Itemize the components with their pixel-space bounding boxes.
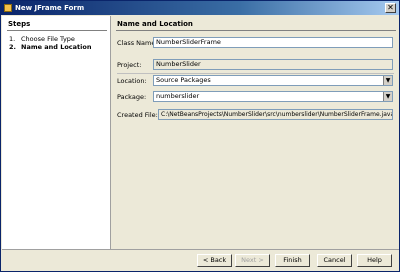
separator xyxy=(117,73,394,74)
back-button[interactable]: < Back xyxy=(197,254,232,267)
created-file-label: Created File: xyxy=(117,111,158,119)
dialog-window: New JFrame Form ✕ Steps 1. Choose File Ty… xyxy=(0,0,400,272)
step-number: 2. xyxy=(9,43,16,51)
next-button[interactable]: Next > xyxy=(235,254,270,267)
step-number: 1. xyxy=(9,35,16,43)
help-button[interactable]: Help xyxy=(357,254,392,267)
close-button[interactable]: ✕ xyxy=(385,3,396,13)
package-label: Package: xyxy=(117,93,147,101)
divider xyxy=(116,30,396,31)
class-name-input[interactable]: NumberSliderFrame xyxy=(153,37,393,48)
class-name-label: Class Name: xyxy=(117,39,158,47)
window-title: New JFrame Form xyxy=(15,4,85,12)
location-dropdown[interactable]: Source Packages ▼ xyxy=(153,75,393,86)
steps-title: Steps xyxy=(8,20,31,28)
package-value: numberslider xyxy=(156,92,200,100)
step-label: Choose File Type xyxy=(21,35,75,43)
step-label: Name and Location xyxy=(21,43,92,51)
name-location-panel: Name and Location Class Name: NumberSlid… xyxy=(112,16,399,249)
chevron-down-icon[interactable]: ▼ xyxy=(383,76,392,85)
step-choose-file-type: 1. Choose File Type xyxy=(9,35,75,43)
project-label: Project: xyxy=(117,61,142,69)
title-bar[interactable]: New JFrame Form ✕ xyxy=(1,1,399,15)
project-field: NumberSlider xyxy=(153,59,393,70)
finish-button[interactable]: Finish xyxy=(275,254,310,267)
netbeans-icon xyxy=(4,4,12,12)
chevron-down-icon[interactable]: ▼ xyxy=(383,92,392,101)
package-combo[interactable]: numberslider ▼ xyxy=(153,91,393,102)
created-file-field: C:\NetBeansProjects\NumberSlider\src\num… xyxy=(158,109,393,120)
divider xyxy=(7,30,107,31)
steps-sidebar: Steps 1. Choose File Type 2. Name and Loca… xyxy=(2,16,111,249)
location-value: Source Packages xyxy=(156,76,211,84)
step-name-and-location: 2. Name and Location xyxy=(9,43,91,51)
button-bar-divider xyxy=(2,249,399,250)
location-label: Location: xyxy=(117,77,147,85)
cancel-button[interactable]: Cancel xyxy=(317,254,352,267)
panel-title: Name and Location xyxy=(117,20,193,28)
